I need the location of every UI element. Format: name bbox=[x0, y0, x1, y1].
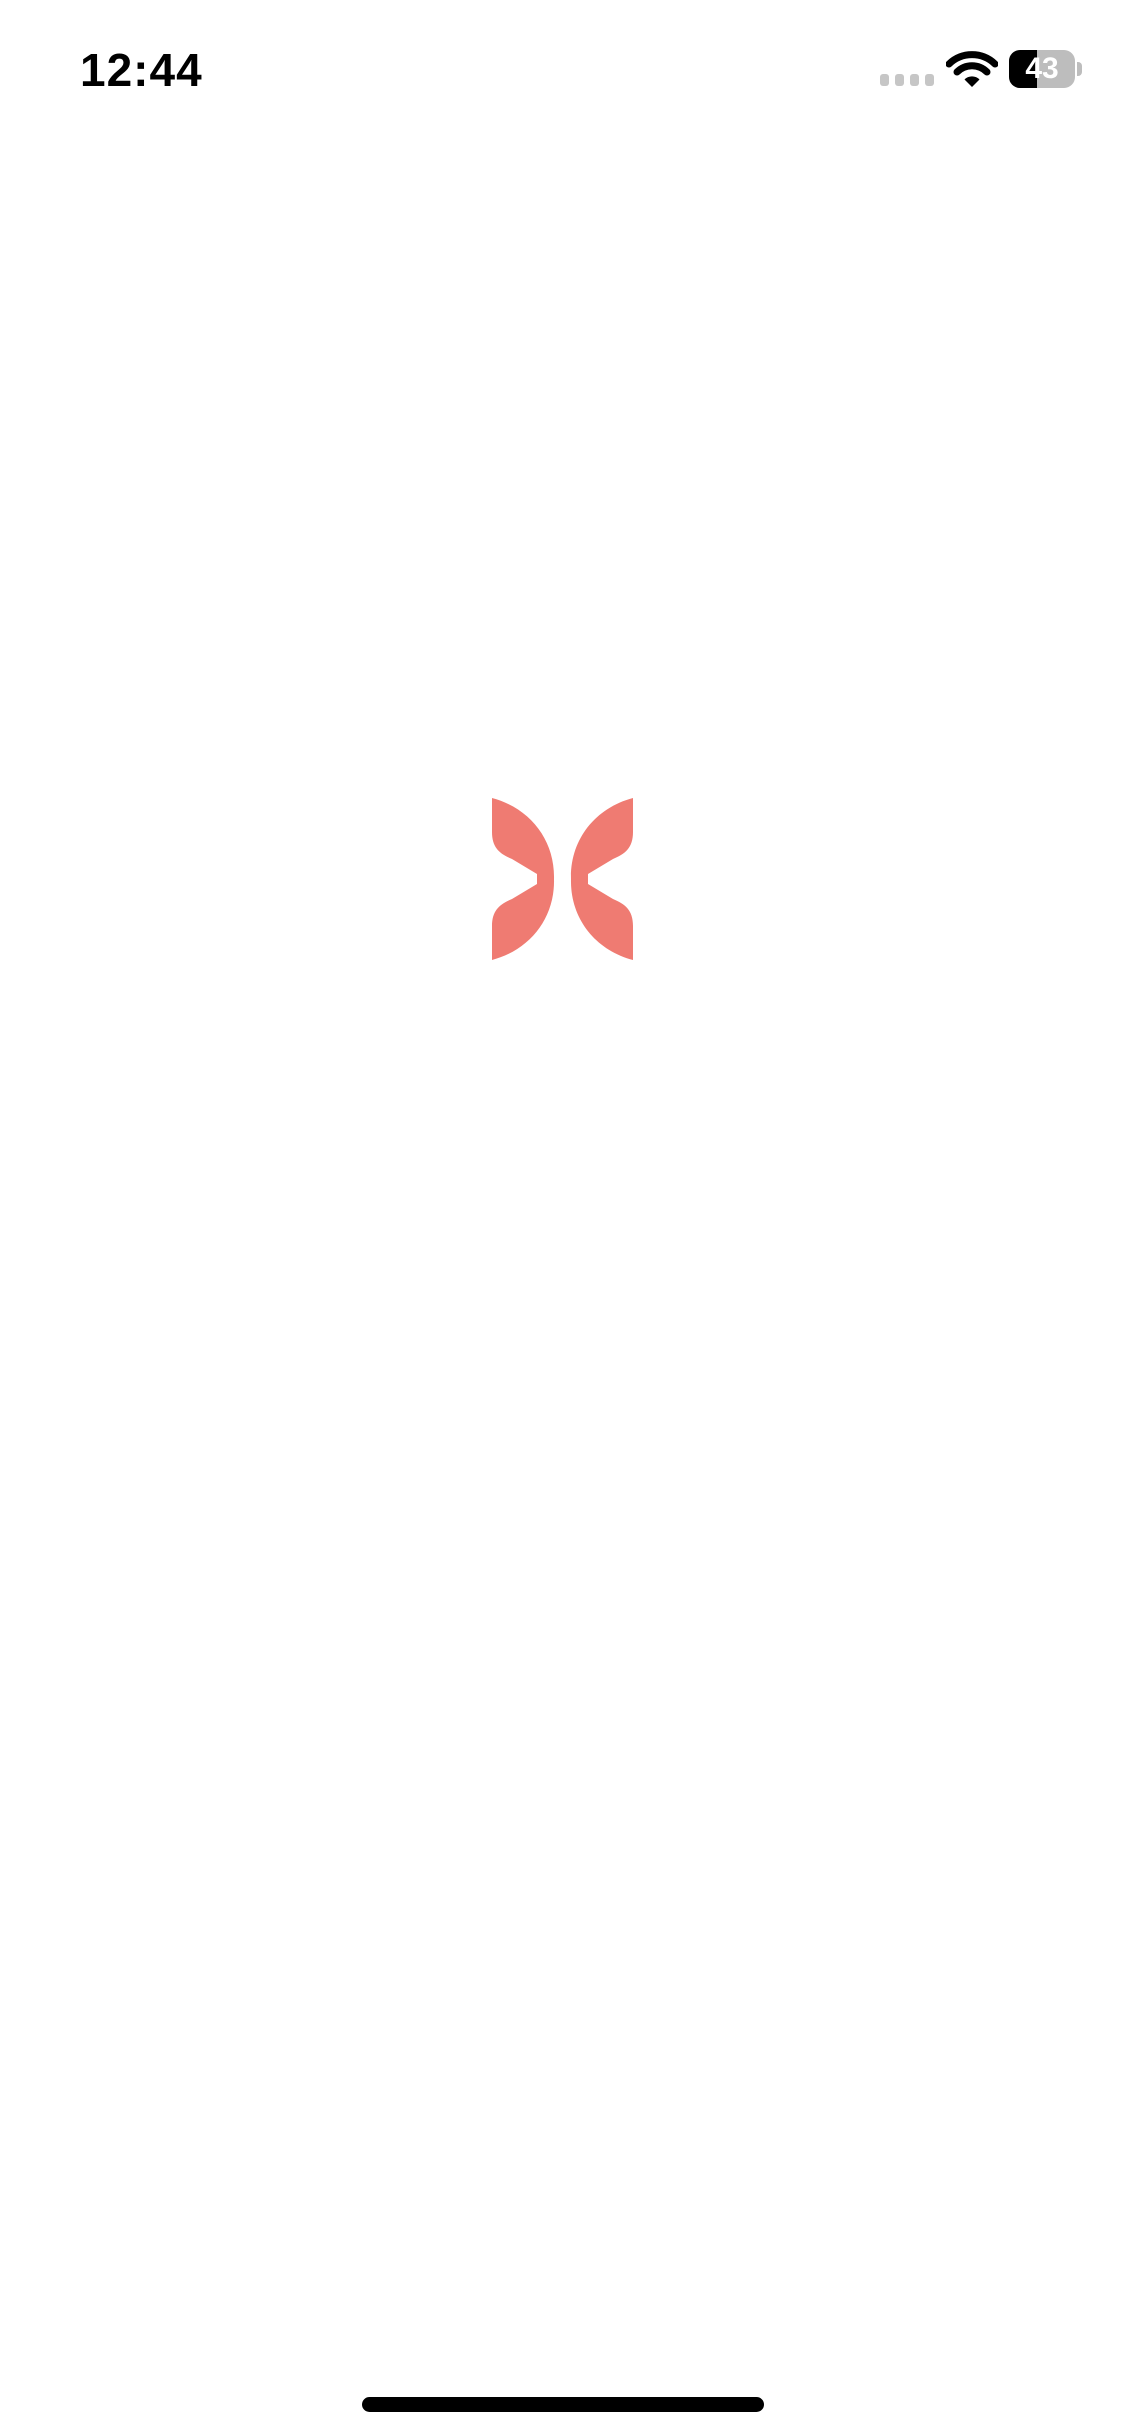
status-time: 12:44 bbox=[80, 44, 203, 96]
wifi-icon bbox=[945, 50, 999, 90]
home-indicator[interactable] bbox=[362, 2397, 764, 2412]
butterfly-logo-icon bbox=[490, 798, 635, 960]
battery-level: 43 bbox=[1025, 52, 1059, 85]
signal-bar bbox=[925, 74, 934, 86]
cellular-signal-icon bbox=[880, 74, 936, 86]
signal-bar bbox=[910, 74, 919, 86]
signal-bar bbox=[895, 74, 904, 86]
battery-icon: 43 bbox=[1009, 50, 1075, 88]
signal-bar bbox=[880, 74, 889, 86]
battery-cap bbox=[1077, 62, 1082, 76]
status-bar: 12:44 43 bbox=[0, 0, 1125, 140]
